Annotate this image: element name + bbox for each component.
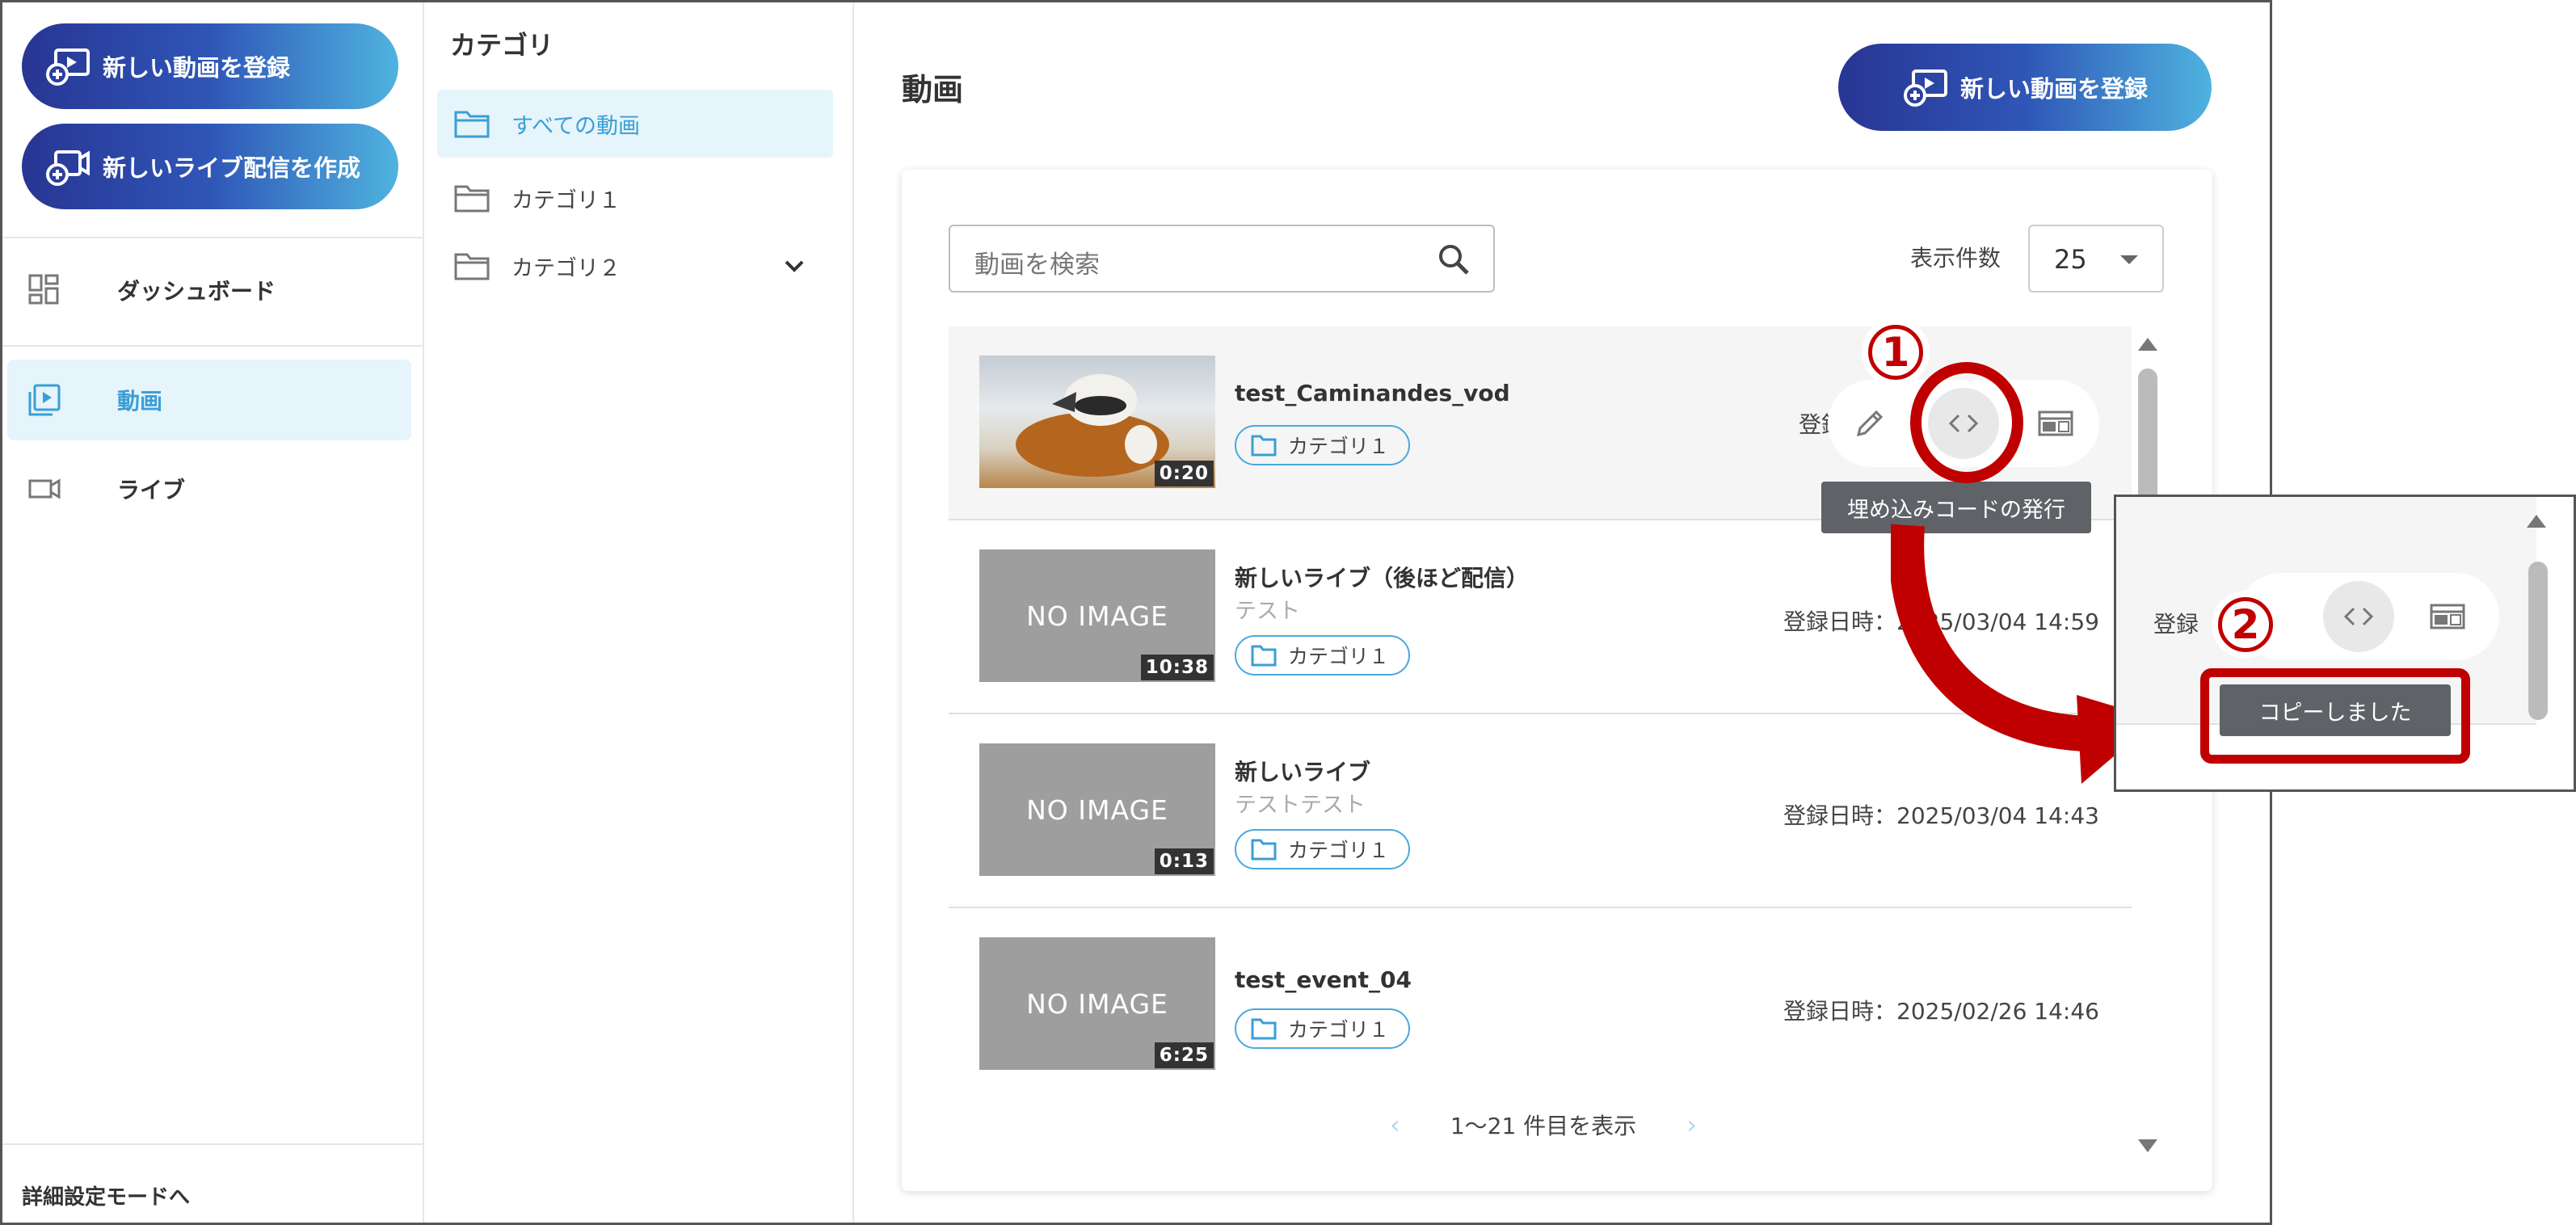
nav-label: 動画 xyxy=(117,388,163,415)
scroll-up-arrow[interactable] xyxy=(2138,338,2157,351)
register-video-label: 新しい動画を登録 xyxy=(1959,75,2148,103)
add-video-icon xyxy=(1903,69,1947,107)
register-video-button[interactable]: 新しい動画を登録 xyxy=(22,23,398,109)
add-video-icon xyxy=(46,48,90,86)
prev-page-icon[interactable]: ‹ xyxy=(1390,1109,1400,1140)
video-library-icon xyxy=(28,384,61,416)
per-page-label: 表示件数 xyxy=(1910,245,2001,272)
code-icon xyxy=(2343,607,2374,626)
category-item-all[interactable]: すべての動画 xyxy=(437,90,833,158)
category-item-1[interactable]: カテゴリ１ xyxy=(437,164,833,232)
category-chip: カテゴリ１ xyxy=(1235,829,1411,869)
duration-badge: 6:25 xyxy=(1154,1042,1214,1068)
duration-badge: 0:20 xyxy=(1154,461,1214,486)
folder-icon xyxy=(454,111,490,138)
dashboard-icon xyxy=(28,274,59,305)
video-thumbnail[interactable]: NO IMAGE 10:38 xyxy=(979,549,1215,682)
folder-icon xyxy=(1251,645,1277,667)
chip-label: カテゴリ１ xyxy=(1288,435,1390,458)
video-subtitle: テストテスト xyxy=(1235,793,1366,818)
caret-down-icon xyxy=(2120,255,2138,264)
next-page-icon[interactable]: › xyxy=(1686,1109,1697,1140)
chip-label: カテゴリ１ xyxy=(1288,1018,1390,1042)
zoom-inset: 登録 2 コピーしました xyxy=(2114,495,2576,792)
video-thumbnail[interactable]: NO IMAGE 6:25 xyxy=(979,937,1215,1070)
scroll-up-arrow[interactable] xyxy=(2527,515,2546,528)
video-thumbnail[interactable]: NO IMAGE 0:13 xyxy=(979,743,1215,876)
date-text: 登録日時：2025/03/04 14:43 xyxy=(1783,802,2099,829)
date-text: 登録日時：2025/02/26 14:46 xyxy=(1783,998,2099,1025)
step-2-badge: 2 xyxy=(2212,591,2279,659)
category-label: カテゴリ１ xyxy=(511,187,621,213)
no-image-label: NO IMAGE xyxy=(1026,794,1168,826)
add-live-icon xyxy=(46,150,90,186)
register-video-label: 新しい動画を登録 xyxy=(103,54,291,82)
category-chip: カテゴリ１ xyxy=(1235,635,1411,676)
search-input[interactable]: 動画を検索 xyxy=(949,225,1495,293)
folder-icon xyxy=(1251,1018,1277,1040)
folder-icon xyxy=(454,185,490,213)
folder-icon xyxy=(454,253,490,280)
embed-layout-button[interactable] xyxy=(2412,581,2483,652)
video-thumbnail[interactable]: 0:20 xyxy=(979,356,1215,488)
page-title: 動画 xyxy=(902,72,964,107)
folder-icon xyxy=(1251,435,1277,457)
web-layout-icon xyxy=(2038,410,2073,436)
search-icon[interactable] xyxy=(1437,242,1471,276)
video-subtitle: テスト xyxy=(1235,599,1300,624)
step-2-number: 2 xyxy=(2218,597,2273,652)
web-layout-icon xyxy=(2430,604,2465,629)
nav-item-live[interactable]: ライブ xyxy=(7,448,411,529)
divider xyxy=(2,237,424,238)
category-panel: カテゴリ すべての動画 カテゴリ１ カテゴリ２ xyxy=(426,2,854,1223)
nav-item-dashboard[interactable]: ダッシュボード xyxy=(7,250,411,330)
pencil-icon xyxy=(1856,410,1884,437)
category-chip: カテゴリ１ xyxy=(1235,1008,1411,1049)
scrollbar-thumb[interactable] xyxy=(2528,562,2548,720)
divider xyxy=(2,345,424,347)
chip-label: カテゴリ１ xyxy=(1288,839,1390,862)
video-title: 新しいライブ（後ほど配信） xyxy=(1235,565,1530,591)
video-title: 新しいライブ xyxy=(1235,759,1371,785)
nav-label: ダッシュボード xyxy=(117,278,276,305)
per-page-value: 25 xyxy=(2054,244,2087,275)
duration-badge: 10:38 xyxy=(1140,655,1214,680)
pagination: ‹ 1～21 件目を表示 › xyxy=(1390,1105,1697,1144)
chip-label: カテゴリ１ xyxy=(1288,645,1390,668)
register-video-button-main[interactable]: 新しい動画を登録 xyxy=(1838,44,2212,131)
divider xyxy=(2,1143,424,1145)
copied-tooltip: コピーしました xyxy=(2220,684,2451,736)
table-row[interactable]: NO IMAGE 6:25 test_event_04 カテゴリ１ 登録日時：2… xyxy=(949,908,2132,1070)
embed-code-button[interactable] xyxy=(2323,581,2394,652)
category-chip: カテゴリ１ xyxy=(1235,425,1411,465)
pager-text: 1～21 件目を表示 xyxy=(1450,1113,1637,1139)
create-live-label: 新しいライブ配信を作成 xyxy=(103,154,361,182)
highlight-circle xyxy=(1910,362,2023,483)
left-sidebar: 新しい動画を登録 新しいライブ配信を作成 ダッシュボード 動画 ライブ 詳細設定… xyxy=(2,2,424,1223)
no-image-label: NO IMAGE xyxy=(1026,987,1168,1020)
category-item-2[interactable]: カテゴリ２ xyxy=(437,232,833,300)
step-1-badge: 1 xyxy=(1862,318,1930,386)
step-1-number: 1 xyxy=(1868,325,1923,380)
video-title: test_Caminandes_vod xyxy=(1235,380,1510,406)
videocam-icon xyxy=(28,478,61,499)
date-text: 登録 xyxy=(2153,611,2199,638)
video-title: test_event_04 xyxy=(1235,966,1412,993)
edit-button[interactable] xyxy=(1834,388,1905,459)
search-placeholder: 動画を検索 xyxy=(974,250,1100,280)
no-image-label: NO IMAGE xyxy=(1026,600,1168,632)
category-label: すべての動画 xyxy=(511,113,641,139)
chevron-down-icon[interactable] xyxy=(781,253,807,279)
create-live-button[interactable]: 新しいライブ配信を作成 xyxy=(22,124,398,209)
nav-label: ライブ xyxy=(117,477,186,503)
scroll-down-arrow[interactable] xyxy=(2138,1139,2157,1152)
category-label: カテゴリ２ xyxy=(511,255,621,281)
duration-badge: 0:13 xyxy=(1154,848,1214,874)
advanced-mode-link[interactable]: 詳細設定モードへ xyxy=(22,1181,190,1210)
per-page-select[interactable]: 25 xyxy=(2028,225,2164,293)
category-title: カテゴリ xyxy=(450,30,554,61)
embed-layout-button[interactable] xyxy=(2020,388,2091,459)
nav-item-videos[interactable]: 動画 xyxy=(7,360,411,440)
folder-icon xyxy=(1251,839,1277,861)
